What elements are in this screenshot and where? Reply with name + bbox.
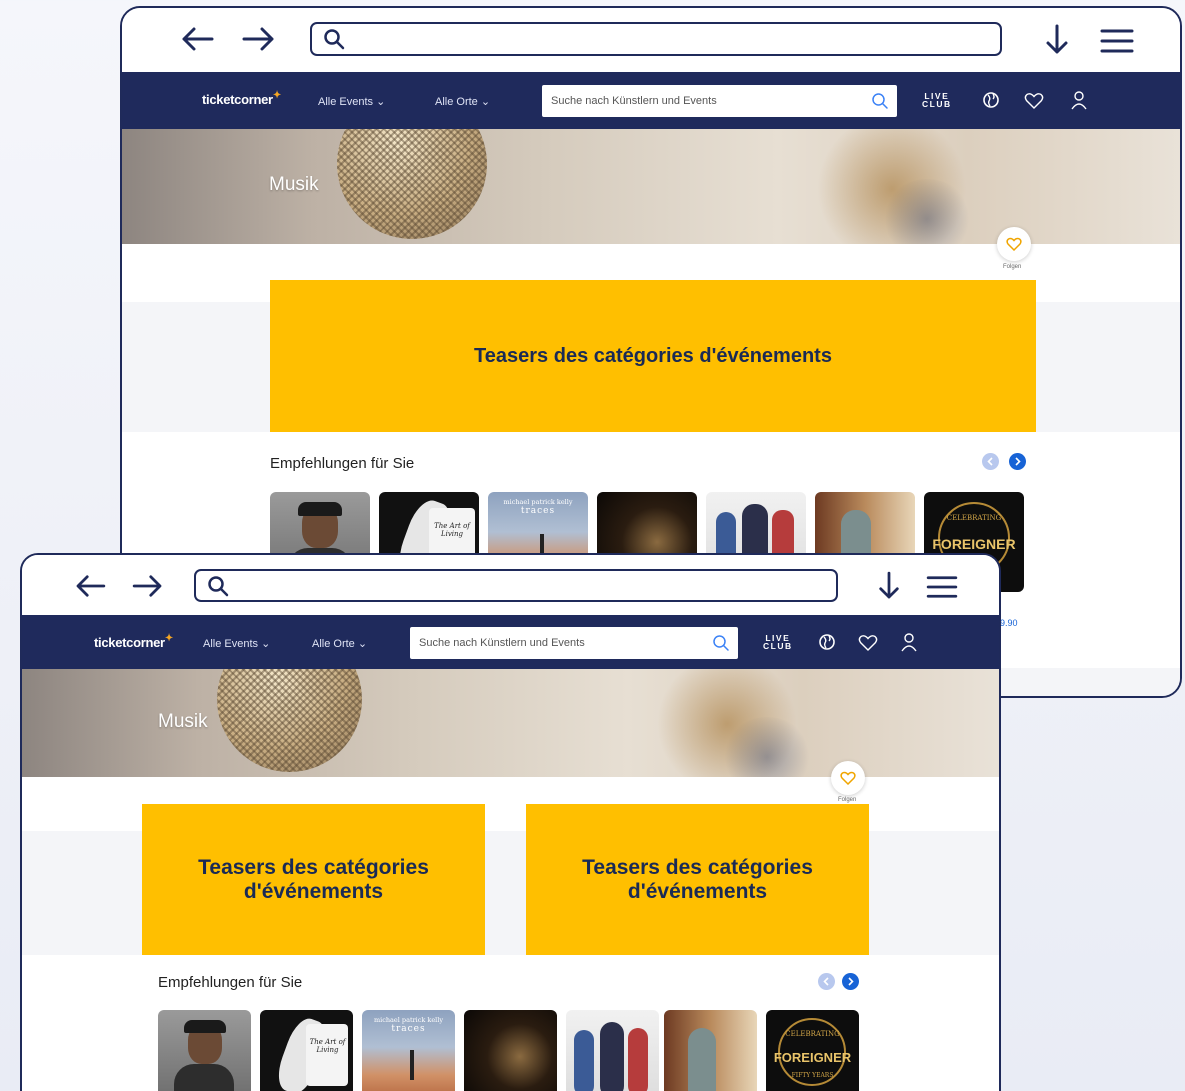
heart-icon[interactable] [1024,92,1044,110]
thumb-title: The Art of Living [434,522,470,538]
browser-toolbar [22,555,999,615]
arrow-right-icon[interactable] [132,574,164,598]
search-icon [208,576,229,597]
browser-window-front: ticketcorner✦ Alle Events ⌄ Alle Orte ⌄ … [20,553,1001,1091]
thumb-title: michael patrick kelly [373,1016,444,1024]
carousel-next-button[interactable] [1009,453,1026,470]
chevron-left-icon [987,457,993,466]
site-header: ticketcorner✦ Alle Events ⌄ Alle Orte ⌄ … [22,615,999,669]
microphone-image [217,669,362,772]
hero-title: Musik [269,174,319,195]
heart-icon [840,771,856,785]
heart-icon [1006,237,1022,251]
site-logo[interactable]: ticketcorner✦ [202,90,281,107]
carousel-prev-button[interactable] [982,453,999,470]
category-teaser-2[interactable]: Teasers des catégories d'événements [526,804,869,955]
thumb-caption: FIFTY YEARS [791,1072,834,1079]
chevron-left-icon [823,977,829,986]
live-club-line2: CLUB [922,99,952,109]
follow-button[interactable] [997,227,1031,261]
thumb-subtitle: CELEBRATING [946,514,1002,522]
address-bar[interactable] [194,569,838,602]
user-icon[interactable] [900,632,918,652]
hamburger-icon[interactable] [1100,28,1134,54]
arrow-left-icon[interactable] [74,574,106,598]
search-icon[interactable] [871,92,889,110]
arrow-down-icon[interactable] [877,571,901,601]
arrow-left-icon[interactable] [180,26,214,52]
category-teaser-1[interactable]: Teasers des catégories d'événements [142,804,485,955]
recommendations-title: Empfehlungen für Sie [270,455,415,472]
event-thumbnail[interactable]: The Art of Living [260,1010,353,1091]
menu-all-places[interactable]: Alle Orte ⌄ [435,95,490,108]
search-icon [324,29,345,50]
event-thumbnail[interactable]: michael patrick kelly traces [362,1010,455,1091]
site-search-input[interactable]: Suche nach Künstlern und Events [410,627,738,659]
search-placeholder: Suche nach Künstlern und Events [551,95,717,107]
site-logo[interactable]: ticketcorner✦ [94,633,173,650]
category-teaser[interactable]: Teasers des catégories d'événements [270,280,1036,432]
thumb-subtitle: traces [391,1024,426,1034]
price-label: 9.90 [1000,618,1018,628]
address-bar[interactable] [310,22,1002,56]
follow-label: Folgen [838,797,857,803]
menu-all-events[interactable]: Alle Events ⌄ [318,95,385,108]
follow-button[interactable] [831,761,865,795]
arrow-down-icon[interactable] [1044,24,1070,56]
carousel-prev-button[interactable] [818,973,835,990]
globe-icon[interactable] [982,91,1000,109]
site-header: ticketcorner✦ Alle Events ⌄ Alle Orte ⌄ … [122,72,1180,129]
search-placeholder: Suche nach Künstlern und Events [419,637,585,649]
browser-toolbar [122,8,1180,72]
arrow-right-icon[interactable] [242,26,276,52]
event-thumbnail[interactable] [464,1010,557,1091]
event-thumbnail[interactable] [158,1010,251,1091]
search-icon[interactable] [712,634,730,652]
hero-banner: Musik [122,129,1180,244]
chevron-right-icon [1015,457,1021,466]
event-thumbnail[interactable] [566,1010,659,1091]
user-icon[interactable] [1070,90,1088,110]
follow-label: Folgen [1003,264,1022,270]
thumb-subtitle: CELEBRATING [785,1030,840,1038]
menu-all-events[interactable]: Alle Events ⌄ [203,637,270,650]
site-search-input[interactable]: Suche nach Künstlern und Events [542,85,897,117]
carousel-next-button[interactable] [842,973,859,990]
live-club-link[interactable]: LIVE CLUB [763,634,793,651]
thumb-title: FOREIGNER [932,536,1016,552]
event-thumbnail[interactable]: CELEBRATING FOREIGNER FIFTY YEARS [766,1010,859,1091]
microphone-image [337,129,487,239]
recommendations-title: Empfehlungen für Sie [158,974,303,991]
live-club-link[interactable]: LIVE CLUB [922,92,952,109]
chevron-right-icon [848,977,854,986]
event-thumbnail[interactable] [664,1010,757,1091]
hero-title: Musik [158,711,208,732]
hamburger-icon[interactable] [926,575,958,599]
thumb-title: michael patrick kelly [503,498,573,506]
thumb-title: FOREIGNER [773,1050,852,1065]
thumb-title: The Art of Living [309,1038,346,1054]
heart-icon[interactable] [858,634,878,652]
menu-all-places[interactable]: Alle Orte ⌄ [312,637,367,650]
thumb-subtitle: traces [520,506,556,516]
live-club-line2: CLUB [763,641,793,651]
globe-icon[interactable] [818,633,836,651]
